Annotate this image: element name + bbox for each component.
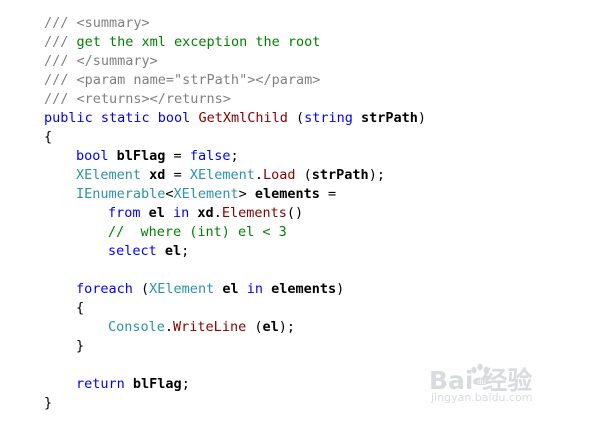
code-token: el [164, 243, 182, 259]
code-line: /// </summary> [44, 52, 158, 71]
code-token: ; [181, 243, 190, 259]
code-token: } [44, 395, 53, 411]
code-token: return [76, 376, 133, 392]
code-token: /// <returns></returns> [44, 91, 231, 107]
code-token: el [148, 205, 165, 221]
code-token: public static bool [44, 110, 199, 126]
code-token: ); [368, 167, 385, 183]
code-token: /// [44, 34, 77, 50]
code-token: XElement [173, 186, 239, 202]
code-line: { [76, 299, 84, 318]
code-line: /// <param name="strPath"></param> [44, 71, 320, 90]
code-token: el [262, 319, 279, 335]
code-line: /// get the xml exception the root [44, 33, 320, 52]
code-token: // where (int) el < 3 [108, 224, 287, 240]
baidu-jingyan-watermark: Bai 经验 du jingyan.baidu.com [429, 361, 561, 409]
code-token: strPath [361, 110, 418, 126]
code-token: Elements [221, 205, 287, 221]
code-line: /// <summary> [44, 14, 150, 33]
code-token: string [304, 110, 362, 126]
code-token: ( [287, 110, 305, 126]
code-token: bool [76, 148, 117, 164]
code-line: public static bool GetXmlChild (string s… [44, 109, 426, 128]
code-line: Console.WriteLine (el); [108, 318, 295, 337]
code-token: ); [278, 319, 295, 335]
code-token: false [189, 148, 231, 164]
code-line: XElement xd = XElement.Load (strPath); [76, 166, 385, 185]
code-token: . [254, 167, 263, 183]
code-editor[interactable]: /// <summary> /// get the xml exception t… [0, 0, 589, 423]
code-token: } [76, 338, 85, 354]
code-token: = [319, 186, 337, 202]
code-token: /// <summary> [44, 15, 150, 31]
code-token: from [108, 205, 149, 221]
code-line: return blFlag; [76, 375, 190, 394]
code-token: /// <param name="strPath"></param> [44, 72, 321, 88]
code-line: bool blFlag = false; [76, 147, 239, 166]
baidu-paw-icon: du [471, 363, 489, 386]
code-line: foreach (XElement el in elements) [76, 280, 344, 299]
code-token: ( [295, 167, 312, 183]
code-token: XElement [189, 167, 255, 183]
code-token: select [108, 243, 165, 259]
code-token: Console [108, 319, 165, 335]
code-token: GetXmlChild [198, 110, 288, 126]
code-token: get the xml exception the root [76, 34, 321, 50]
code-token: > [238, 186, 255, 202]
code-token: WriteLine [173, 319, 247, 335]
code-token: ) [336, 281, 345, 297]
code-token: IEnumerable [76, 186, 166, 202]
code-token: { [44, 129, 53, 145]
code-token: elements [271, 281, 337, 297]
code-token: ; [181, 376, 190, 392]
code-token: = [165, 148, 190, 164]
code-token: foreach [76, 281, 133, 297]
code-line: select el; [108, 242, 189, 261]
code-token: blFlag [132, 376, 182, 392]
code-token: elements [254, 186, 320, 202]
code-line: from el in xd.Elements() [108, 204, 303, 223]
code-token: . [164, 319, 174, 335]
code-token: xd [149, 167, 166, 183]
code-line: } [76, 337, 84, 356]
code-token: () [286, 205, 304, 221]
code-token: strPath [311, 167, 369, 183]
code-token: ; [230, 148, 239, 164]
code-token: { [76, 300, 85, 316]
code-token: in [238, 281, 272, 297]
code-token: XElement [149, 281, 215, 297]
svg-text:du: du [477, 378, 486, 386]
code-token: /// </summary> [44, 53, 158, 69]
code-token: Load [263, 167, 296, 183]
watermark-url: jingyan.baidu.com [431, 391, 533, 404]
code-token: ( [246, 319, 263, 335]
code-line: } [44, 394, 52, 413]
code-token: ) [417, 110, 427, 126]
code-token: = [165, 167, 190, 183]
code-token: XElement [76, 167, 142, 183]
code-token: xd [197, 205, 214, 221]
code-line: /// <returns></returns> [44, 90, 231, 109]
code-token: ( [132, 281, 150, 297]
code-token: < [165, 186, 174, 202]
code-token: in [164, 205, 198, 221]
code-token: blFlag [116, 148, 166, 164]
code-line: { [44, 128, 52, 147]
code-line: IEnumerable<XElement> elements = [76, 185, 336, 204]
code-token: . [213, 205, 222, 221]
code-line: // where (int) el < 3 [108, 223, 287, 242]
code-token: el [222, 281, 239, 297]
